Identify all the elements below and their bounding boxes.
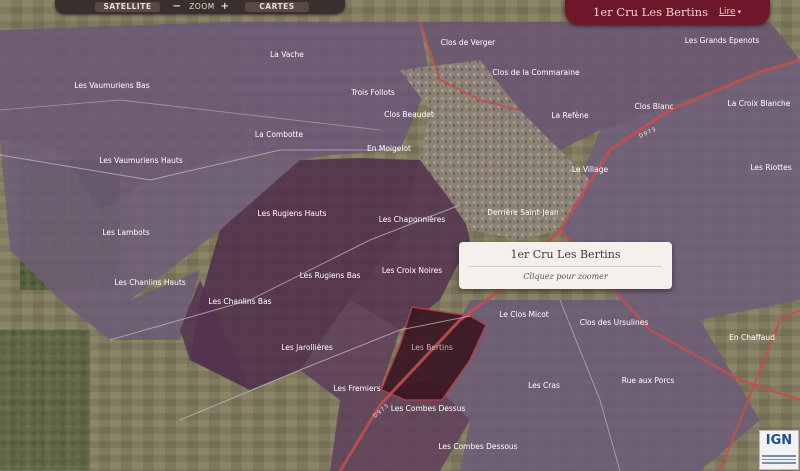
- cartes-button[interactable]: CARTES: [245, 2, 309, 12]
- label-les-grands-epenots-text: Les Grands Epenots: [685, 36, 760, 45]
- ign-logo-text: IGN: [765, 433, 793, 448]
- label-les-vaumuriens-bas: Les Vaumuriens Bas: [74, 81, 149, 90]
- popup-zoom-hint[interactable]: Cliquez pour zoomer: [459, 272, 672, 281]
- satellite-button[interactable]: SATELLITE: [95, 2, 160, 12]
- ign-logo: IGN: [759, 430, 799, 470]
- woodland-area-2: [0, 330, 90, 470]
- label-derriere-saint-jean: Derrière Saint-Jean: [487, 208, 559, 217]
- label-trois-follots: Trois Follots: [350, 88, 395, 97]
- label-les-chanlins-bas: Les Chanlins Bas: [208, 297, 271, 306]
- label-les-croix-noires: Les Croix Noires: [382, 266, 442, 275]
- label-les-vaumuriens-hauts: Les Vaumuriens Hauts: [99, 156, 183, 165]
- label-clos-de-la-commaraine: Clos de la Commaraine: [492, 68, 580, 77]
- label-les-fremiers: Les Fremiers: [333, 384, 380, 393]
- label-la-refene: La Refène: [551, 111, 589, 120]
- label-les-rugiens-bas: Les Rugiens Bas: [300, 271, 361, 280]
- page-title: 1er Cru Les Bertins: [593, 5, 708, 19]
- zoom-in-button[interactable]: +: [220, 2, 230, 12]
- label-les-jarollieres: Les Jarollières: [281, 343, 333, 352]
- label-les-rugiens-hauts: Les Rugiens Hauts: [258, 209, 327, 218]
- label-les-combes-dessus: Les Combes Dessus: [391, 404, 466, 413]
- map-toolbar: SATELLITE − ZOOM + CARTES: [55, 0, 345, 14]
- label-en-moigelot: En Moigelot: [367, 144, 411, 153]
- label-les-combes-dessous: Les Combes Dessous: [438, 442, 517, 451]
- label-les-lambots: Les Lambots: [102, 228, 149, 237]
- ign-logo-mark: [762, 453, 796, 465]
- page-header: 1er Cru Les Bertins Lire ▾: [565, 0, 770, 25]
- label-les-cras: Les Cras: [528, 381, 560, 390]
- label-les-bertins-parcel: Les Bertins: [411, 343, 453, 352]
- zoom-label: ZOOM: [189, 2, 215, 11]
- label-en-chaffaud: En Chaffaud: [729, 333, 775, 342]
- label-les-grands-epenots: Les Grands Epenots: [685, 36, 760, 45]
- label-clos-de-verger: Clos de Verger: [441, 38, 496, 47]
- label-les-riottes: Les Riottes: [750, 163, 791, 172]
- zoom-out-button[interactable]: −: [172, 2, 182, 12]
- label-clos-des-ursulines: Clos des Ursulines: [580, 318, 649, 327]
- chevron-down-icon[interactable]: ▾: [738, 8, 742, 16]
- label-la-vache: La Vache: [270, 50, 304, 59]
- popup-divider: [469, 266, 662, 267]
- read-more-link[interactable]: Lire ▾: [719, 7, 741, 17]
- label-les-chanlins-hauts: Les Chanlins Hauts: [114, 278, 185, 287]
- label-rue-aux-porcs: Rue aux Porcs: [622, 376, 675, 385]
- label-la-combotte: La Combotte: [255, 130, 304, 139]
- label-clos-blanc: Clos Blanc: [635, 102, 674, 111]
- label-clos-beaudet: Clos Beaudet: [384, 110, 434, 119]
- label-les-chaponnieres: Les Chaponnières: [379, 215, 446, 224]
- parcel-popup[interactable]: 1er Cru Les Bertins Cliquez pour zoomer: [459, 242, 672, 289]
- parcel-area-center-north: [230, 22, 430, 160]
- vineyard-map[interactable]: D973 D973 La Vache Clos de Verger Les Gr…: [0, 0, 800, 471]
- popup-title[interactable]: 1er Cru Les Bertins: [459, 248, 672, 261]
- label-le-clos-micot: Le Clos Micot: [499, 310, 549, 319]
- label-la-croix-blanche: La Croix Blanche: [728, 99, 791, 108]
- read-more-label[interactable]: Lire: [719, 7, 736, 17]
- label-le-village: Le Village: [572, 165, 609, 174]
